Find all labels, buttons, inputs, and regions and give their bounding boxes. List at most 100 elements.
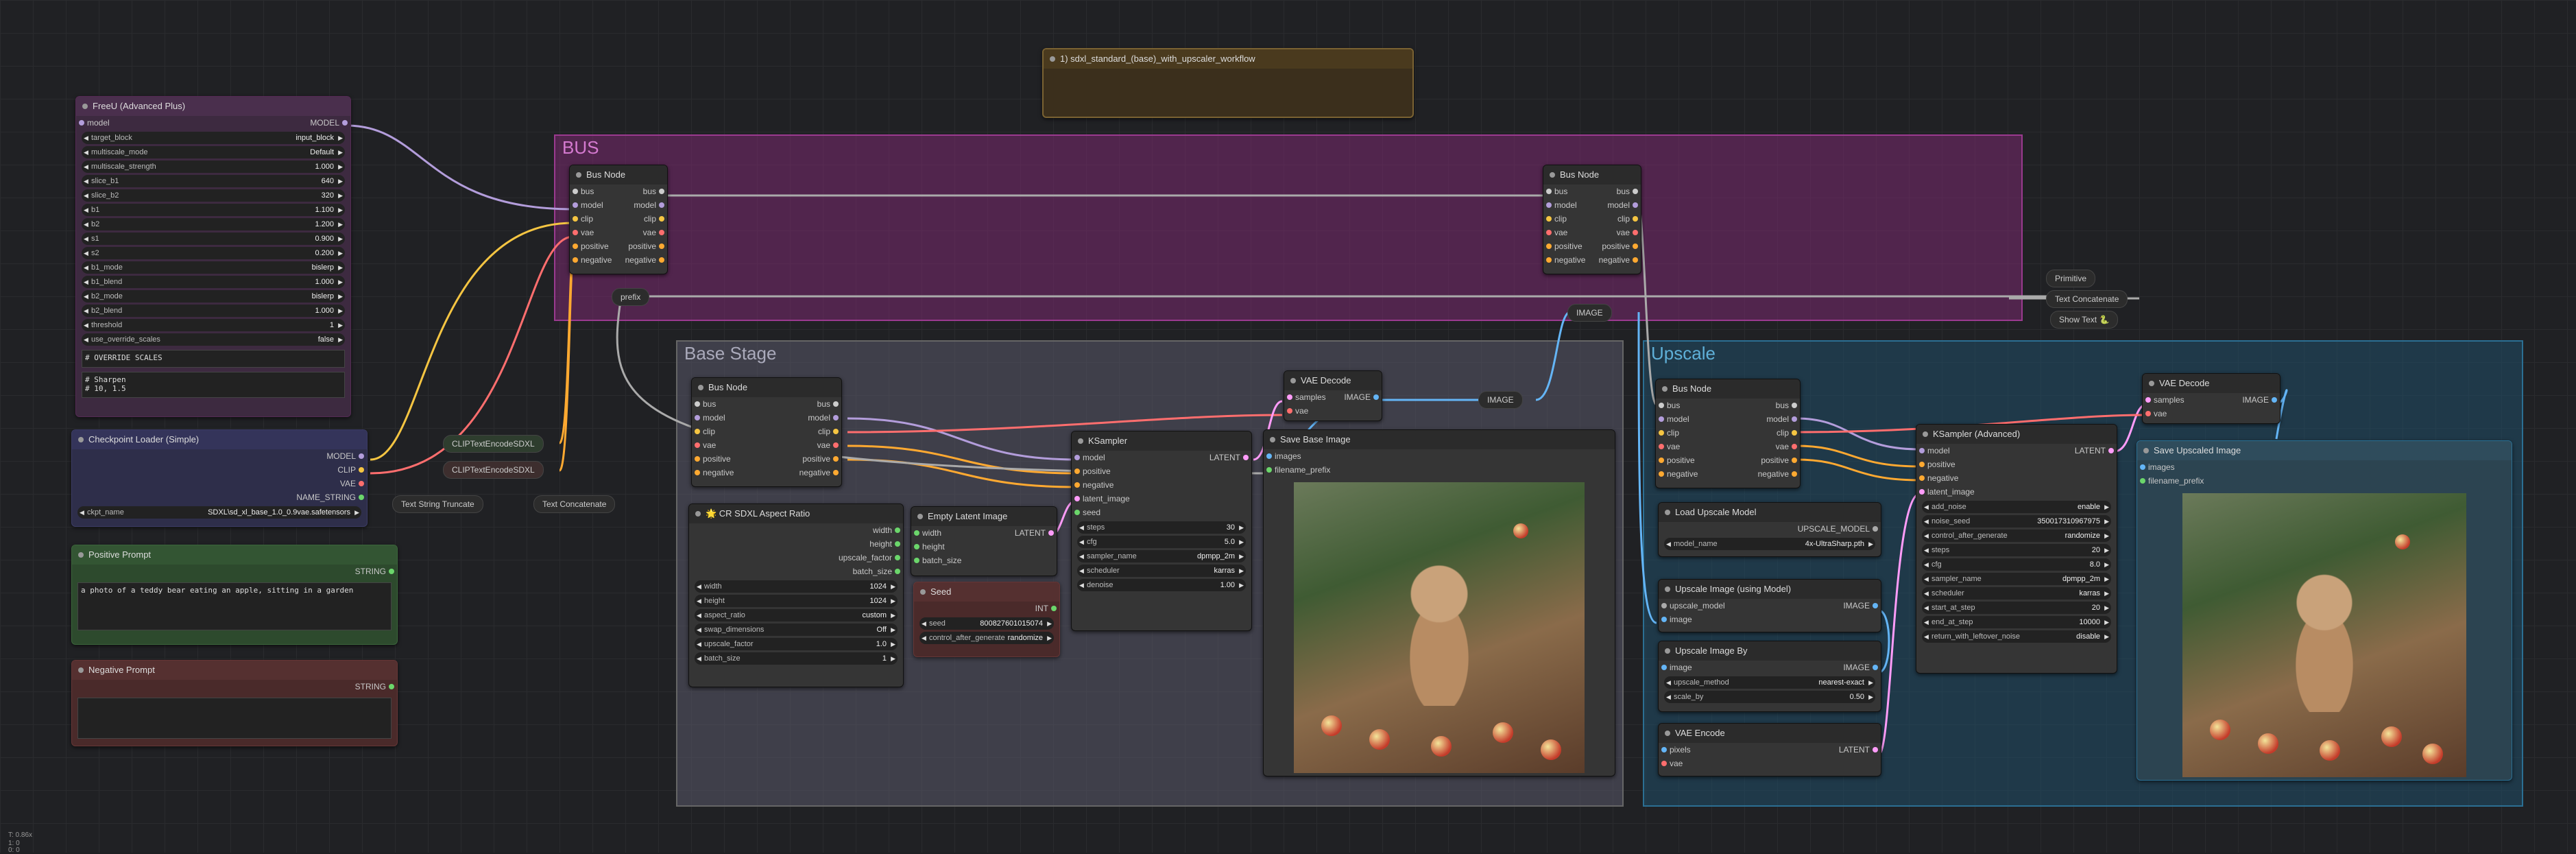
in-dot[interactable] xyxy=(1546,216,1552,222)
in-dot[interactable] xyxy=(1266,453,1272,459)
upscale-method-widget[interactable]: upscale_method nearest-exact xyxy=(1664,676,1875,689)
scale-by-widget[interactable]: scale_by 0.50 xyxy=(1664,691,1875,703)
in-dot[interactable] xyxy=(573,257,578,263)
in-dot[interactable] xyxy=(573,189,578,194)
sharpen-text[interactable]: # Sharpen # 10, 1.5 xyxy=(82,372,345,398)
in-dot[interactable] xyxy=(1661,603,1667,608)
out-dot[interactable] xyxy=(1873,665,1878,670)
base-image-preview[interactable] xyxy=(1294,482,1585,773)
out-dot[interactable] xyxy=(359,481,364,486)
freeu-widget[interactable]: s2 0.200 xyxy=(82,247,345,259)
freeu-widget[interactable]: slice_b1 640 xyxy=(82,175,345,187)
out-dot[interactable] xyxy=(1633,257,1638,263)
out-dot[interactable] xyxy=(2272,397,2277,403)
ka-widget[interactable]: steps 20 xyxy=(1922,544,2111,556)
in-dot[interactable] xyxy=(1919,489,1925,495)
seed-value-widget[interactable]: seed 800827601015074 xyxy=(919,617,1054,630)
out-dot[interactable] xyxy=(659,244,664,249)
out-dot[interactable] xyxy=(1873,526,1878,532)
ckpt-name-widget[interactable]: ckpt_name SDXL\sd_xl_base_1.0_0.9vae.safe… xyxy=(77,506,361,519)
out-dot[interactable] xyxy=(833,415,839,420)
out-dot[interactable] xyxy=(895,555,900,560)
out-dot[interactable] xyxy=(389,684,394,689)
in-dot[interactable] xyxy=(573,216,578,222)
in-dot[interactable] xyxy=(2140,478,2145,484)
out-dot[interactable] xyxy=(359,467,364,473)
in-dot[interactable] xyxy=(573,202,578,208)
ka-widget[interactable]: cfg 8.0 xyxy=(1922,558,2111,571)
freeu-widget[interactable]: b2 1.200 xyxy=(82,218,345,230)
in-dot[interactable] xyxy=(1074,496,1080,501)
out-dot[interactable] xyxy=(1873,603,1878,608)
in-dot[interactable] xyxy=(2145,411,2151,416)
out-dot[interactable] xyxy=(833,470,839,475)
upscale-using-model-node[interactable]: Upscale Image (using Model) upscale_mode… xyxy=(1658,579,1881,632)
ks-widget[interactable]: sampler_name dpmpp_2m xyxy=(1077,550,1246,562)
in-dot[interactable] xyxy=(695,401,700,407)
ka-widget[interactable]: noise_seed 350017310967975 xyxy=(1922,515,2111,527)
image-reroute-mid[interactable]: IMAGE xyxy=(1478,391,1523,409)
out-dot[interactable] xyxy=(1873,747,1878,752)
out-dot[interactable] xyxy=(359,495,364,500)
out-dot[interactable] xyxy=(1633,216,1638,222)
in-dot[interactable] xyxy=(1661,761,1667,766)
ka-widget[interactable]: add_noise enable xyxy=(1922,501,2111,513)
model-name-widget[interactable]: model_name 4x-UltraSharp.pth xyxy=(1664,538,1875,550)
workflow-title-note[interactable]: 1) sdxl_standard_(base)_with_upscaler_wo… xyxy=(1042,48,1414,118)
out-dot[interactable] xyxy=(833,456,839,462)
text-string-truncate[interactable]: Text String Truncate xyxy=(392,495,483,513)
in-dot[interactable] xyxy=(914,544,919,549)
override-scales-text[interactable]: # OVERRIDE SCALES xyxy=(82,350,345,368)
in-dot[interactable] xyxy=(1074,510,1080,515)
out-dot[interactable] xyxy=(659,216,664,222)
in-dot[interactable] xyxy=(1919,462,1925,467)
in-dot[interactable] xyxy=(1546,244,1552,249)
freeu-widget[interactable]: use_override_scales false xyxy=(82,333,345,346)
in-dot[interactable] xyxy=(1546,230,1552,235)
in-dot[interactable] xyxy=(1287,394,1292,400)
aspect-widget[interactable]: width 1024 xyxy=(695,580,898,593)
upscale-image-by-node[interactable]: Upscale Image By image IMAGE upscale_meth… xyxy=(1658,641,1881,712)
ks-widget[interactable]: cfg 5.0 xyxy=(1077,536,1246,548)
upscaled-image-preview[interactable] xyxy=(2182,493,2466,777)
in-dot[interactable] xyxy=(1919,475,1925,481)
out-dot[interactable] xyxy=(895,569,900,574)
ks-widget[interactable]: scheduler karras xyxy=(1077,565,1246,577)
freeu-widget[interactable]: b1 1.100 xyxy=(82,204,345,216)
ka-widget[interactable]: control_after_generate randomize xyxy=(1922,530,2111,542)
in-dot[interactable] xyxy=(1659,416,1664,422)
ka-widget[interactable]: end_at_step 10000 xyxy=(1922,616,2111,628)
out-dot[interactable] xyxy=(1633,244,1638,249)
aspect-widget[interactable]: height 1024 xyxy=(695,595,898,607)
freeu-widget[interactable]: slice_b2 320 xyxy=(82,189,345,202)
upscale-bus-node[interactable]: Bus Node bus bus model model clip clip vae v… xyxy=(1655,379,1801,488)
out-dot[interactable] xyxy=(1792,430,1797,436)
out-dot[interactable] xyxy=(659,189,664,194)
in-dot[interactable] xyxy=(695,442,700,448)
in-dot[interactable] xyxy=(695,429,700,434)
in-dot[interactable] xyxy=(1266,467,1272,473)
image-reroute-top[interactable]: IMAGE xyxy=(1567,304,1612,322)
aspect-ratio-node[interactable]: 🌟 CR SDXL Aspect Ratio width height upsc… xyxy=(688,503,904,687)
base-bus-node[interactable]: Bus Node bus bus model model clip clip vae v… xyxy=(691,377,842,487)
bus-node-left[interactable]: Bus Node bus bus model model clip clip vae v… xyxy=(569,165,668,274)
in-dot[interactable] xyxy=(1074,468,1080,474)
in-dot[interactable] xyxy=(695,415,700,420)
in-dot[interactable] xyxy=(1661,747,1667,752)
text-concatenate-1[interactable]: Text Concatenate xyxy=(533,495,616,513)
ks-widget[interactable]: denoise 1.00 xyxy=(1077,579,1246,591)
seed-control-widget[interactable]: control_after_generaterandomize xyxy=(919,632,1054,644)
clip-encode-2[interactable]: CLIPTextEncodeSDXL xyxy=(443,461,544,479)
load-upscale-model-node[interactable]: Load Upscale Model UPSCALE_MODEL model_n… xyxy=(1658,502,1881,557)
in-dot[interactable] xyxy=(2145,397,2151,403)
freeu-widget[interactable]: multiscale_mode Default xyxy=(82,146,345,158)
in-dot[interactable] xyxy=(1661,665,1667,670)
freeu-widget[interactable]: b2_blend 1.000 xyxy=(82,305,345,317)
clip-encode-1[interactable]: CLIPTextEncodeSDXL xyxy=(443,435,544,453)
in-dot[interactable] xyxy=(1546,257,1552,263)
aspect-widget[interactable]: batch_size 1 xyxy=(695,652,898,665)
freeu-widget[interactable]: s1 0.900 xyxy=(82,233,345,245)
in-dot[interactable] xyxy=(1546,202,1552,208)
out-dot[interactable] xyxy=(1792,471,1797,477)
out-dot[interactable] xyxy=(1051,606,1057,611)
